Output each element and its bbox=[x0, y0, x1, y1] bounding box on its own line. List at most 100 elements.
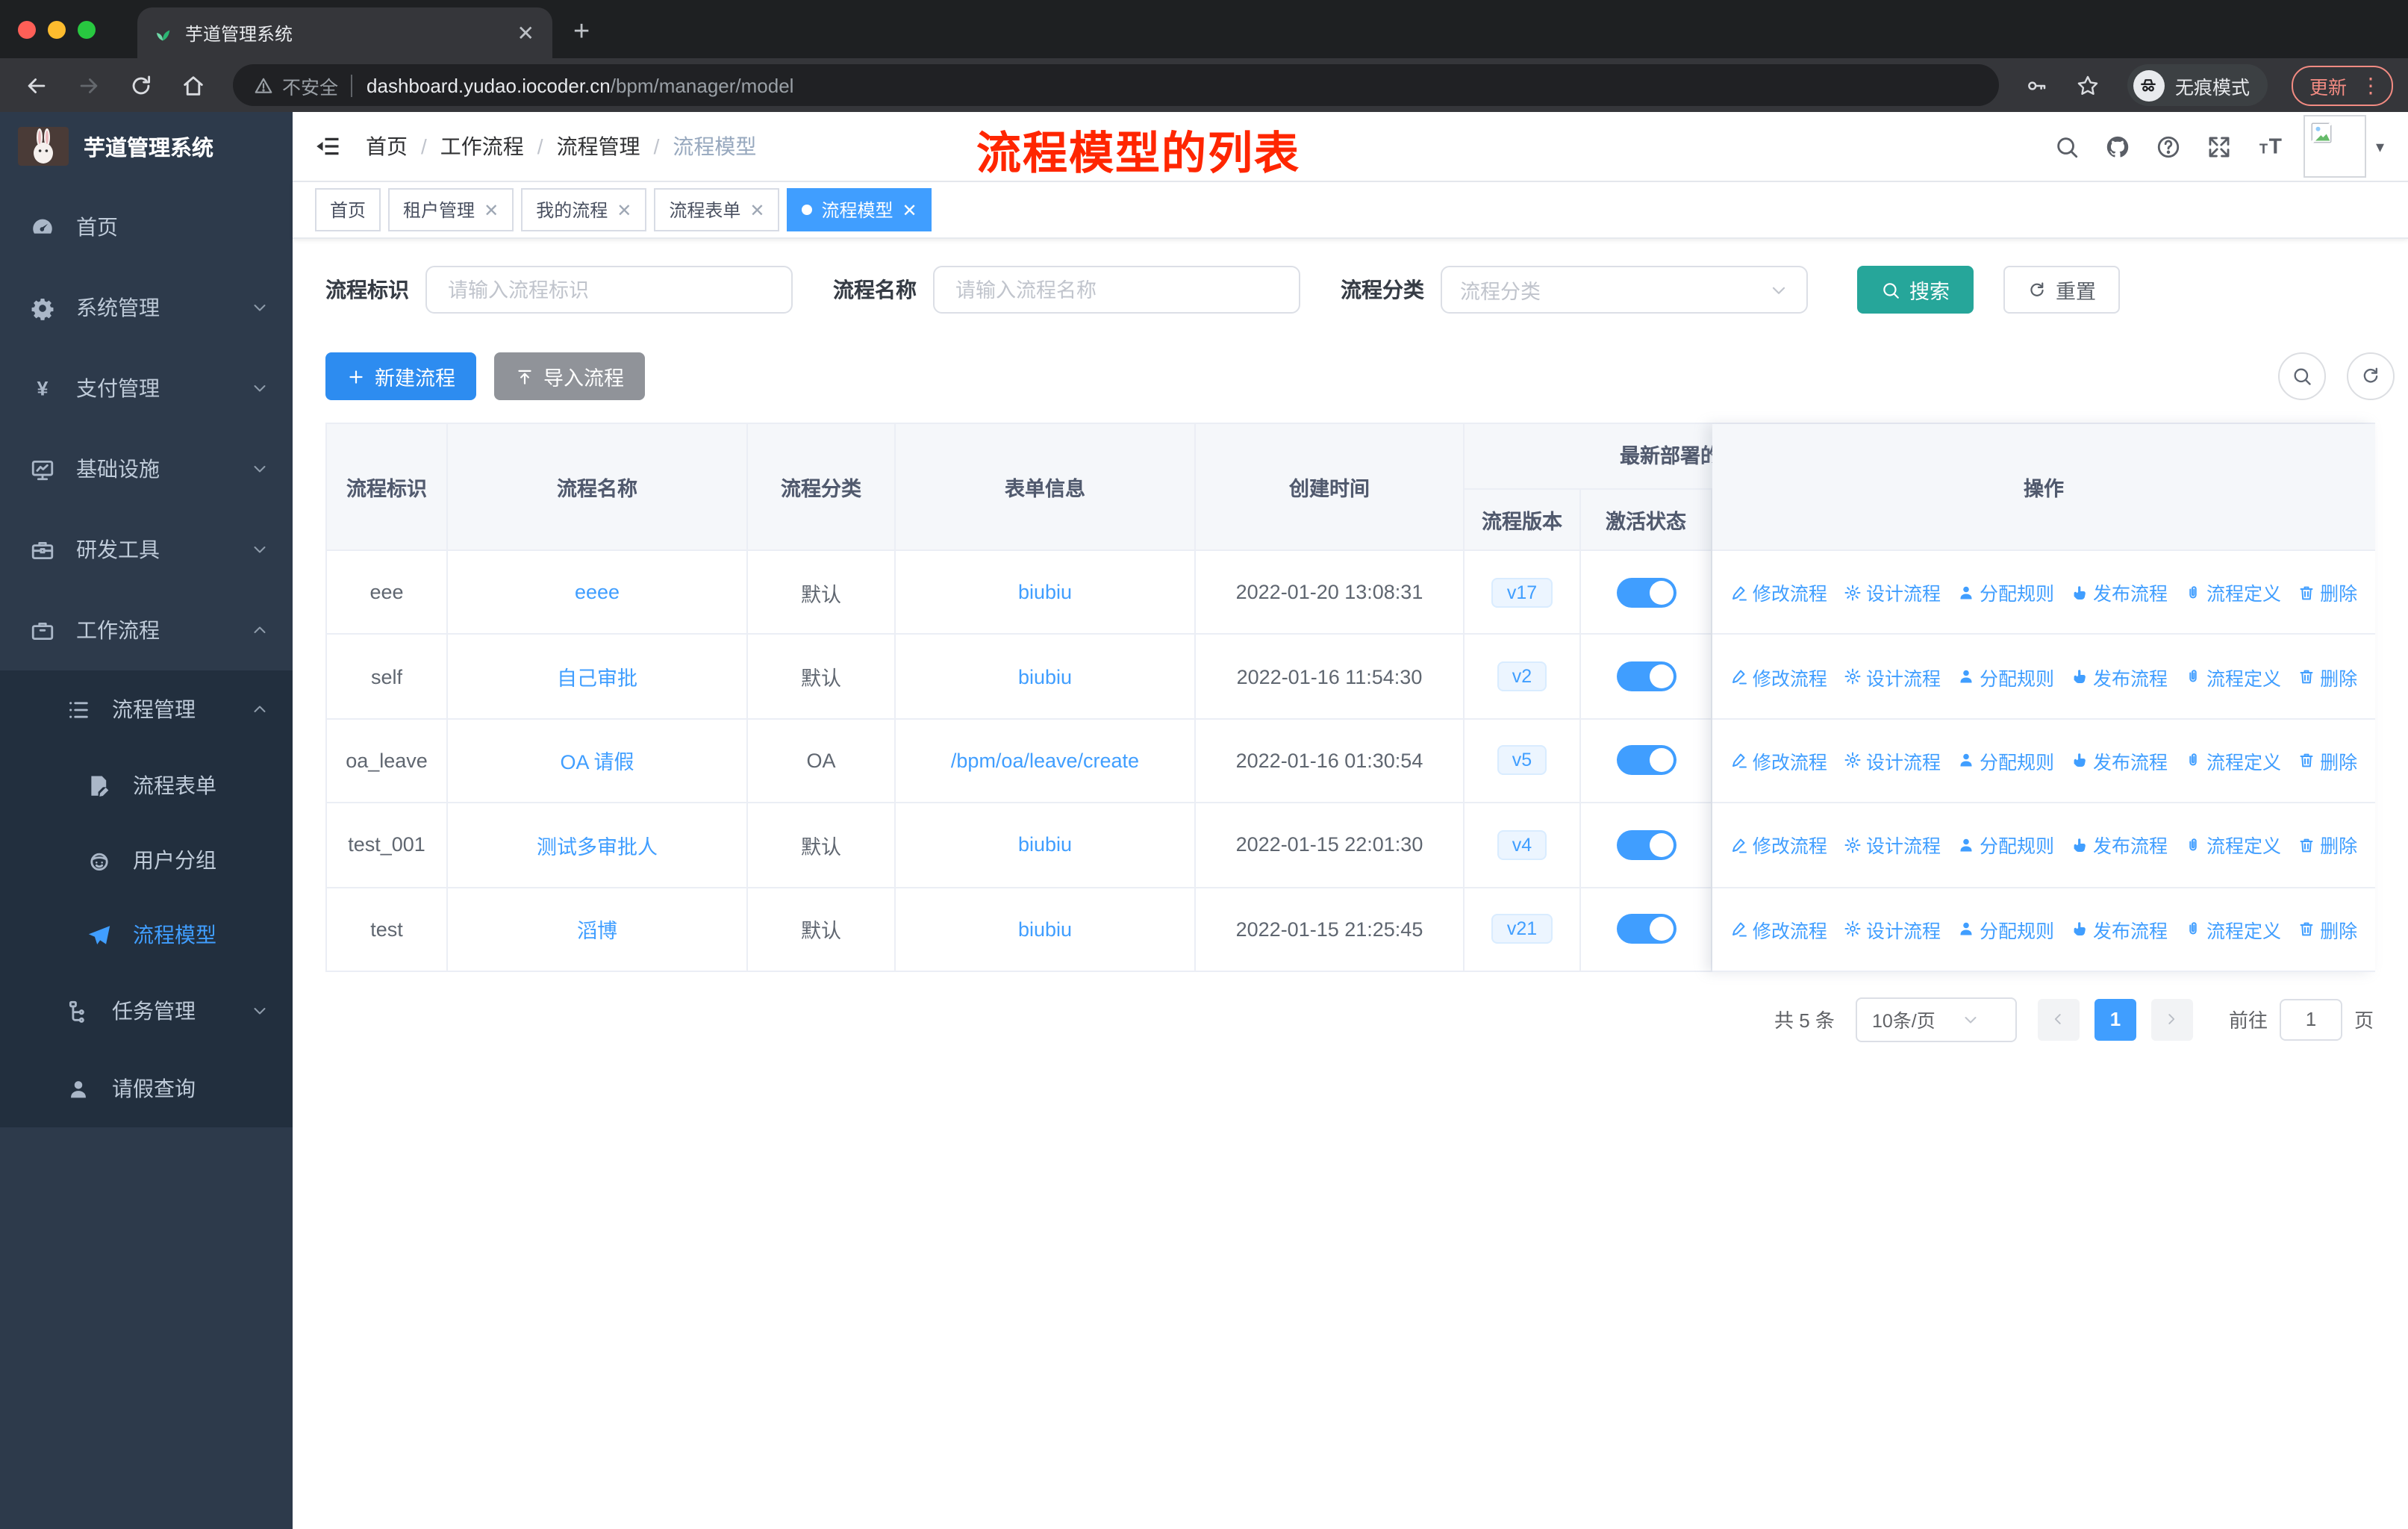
current-page-button[interactable]: 1 bbox=[2094, 998, 2136, 1041]
browser-tab[interactable]: 芋道管理系统 ✕ bbox=[137, 7, 552, 58]
back-icon[interactable] bbox=[24, 72, 49, 98]
op-流程定义[interactable]: 流程定义 bbox=[2184, 578, 2281, 606]
op-流程定义[interactable]: 流程定义 bbox=[2184, 831, 2281, 859]
process-name-link[interactable]: 自己审批 bbox=[557, 661, 637, 691]
sidebar-item-请假查询[interactable]: 请假查询 bbox=[0, 1050, 293, 1127]
filter-input-0[interactable] bbox=[425, 266, 793, 314]
caret-down-icon[interactable]: ▾ bbox=[2376, 137, 2384, 156]
op-修改流程[interactable]: 修改流程 bbox=[1730, 747, 1827, 775]
traffic-light-close[interactable] bbox=[18, 20, 36, 38]
op-修改流程[interactable]: 修改流程 bbox=[1730, 662, 1827, 691]
url-bar[interactable]: 不安全 dashboard.yudao.iocoder.cn /bpm/mana… bbox=[233, 64, 1999, 106]
op-删除[interactable]: 删除 bbox=[2298, 915, 2357, 944]
tab-首页[interactable]: 首页 bbox=[315, 188, 381, 231]
tab-租户管理[interactable]: 租户管理 ✕ bbox=[388, 188, 514, 231]
form-info-link[interactable]: biubiu bbox=[1018, 834, 1072, 856]
op-发布流程[interactable]: 发布流程 bbox=[2071, 831, 2168, 859]
filter-input-1[interactable] bbox=[933, 266, 1300, 314]
browser-menu-icon[interactable]: ⋮ bbox=[2356, 72, 2386, 98]
traffic-light-zoom[interactable] bbox=[78, 20, 96, 38]
filter-input[interactable] bbox=[952, 277, 1281, 302]
search-icon[interactable] bbox=[2055, 134, 2080, 159]
close-icon[interactable]: ✕ bbox=[902, 199, 917, 220]
sidebar-item-流程表单[interactable]: 流程表单 bbox=[0, 748, 293, 823]
tab-我的流程[interactable]: 我的流程 ✕ bbox=[521, 188, 647, 231]
close-icon[interactable]: ✕ bbox=[484, 199, 499, 220]
op-分配规则[interactable]: 分配规则 bbox=[1957, 662, 2054, 691]
op-发布流程[interactable]: 发布流程 bbox=[2071, 662, 2168, 691]
op-删除[interactable]: 删除 bbox=[2298, 662, 2357, 691]
op-发布流程[interactable]: 发布流程 bbox=[2071, 747, 2168, 775]
op-删除[interactable]: 删除 bbox=[2298, 747, 2357, 775]
op-发布流程[interactable]: 发布流程 bbox=[2071, 915, 2168, 944]
refresh-table-button[interactable] bbox=[2347, 352, 2395, 400]
traffic-light-minimize[interactable] bbox=[48, 20, 66, 38]
sidebar-fold-icon[interactable] bbox=[315, 133, 342, 160]
op-流程定义[interactable]: 流程定义 bbox=[2184, 915, 2281, 944]
op-修改流程[interactable]: 修改流程 bbox=[1730, 578, 1827, 606]
op-修改流程[interactable]: 修改流程 bbox=[1730, 831, 1827, 859]
reset-button[interactable]: 重置 bbox=[2003, 266, 2120, 314]
active-toggle[interactable] bbox=[1616, 577, 1676, 608]
sidebar-item-研发工具[interactable]: 研发工具 bbox=[0, 509, 293, 590]
sidebar-item-系统管理[interactable]: 系统管理 bbox=[0, 267, 293, 348]
active-toggle[interactable] bbox=[1616, 661, 1676, 692]
op-设计流程[interactable]: 设计流程 bbox=[1844, 915, 1941, 944]
page-size-select[interactable]: 10条/页 bbox=[1855, 997, 2017, 1042]
create-process-button[interactable]: 新建流程 bbox=[325, 352, 476, 400]
font-size-icon[interactable]: TT bbox=[2258, 134, 2283, 159]
sidebar-item-工作流程[interactable]: 工作流程 bbox=[0, 590, 293, 670]
op-删除[interactable]: 删除 bbox=[2298, 578, 2357, 606]
op-设计流程[interactable]: 设计流程 bbox=[1844, 747, 1941, 775]
tab-close-icon[interactable]: ✕ bbox=[514, 20, 537, 46]
key-icon[interactable] bbox=[2026, 74, 2048, 96]
sidebar-item-首页[interactable]: 首页 bbox=[0, 187, 293, 267]
form-info-link[interactable]: biubiu bbox=[1018, 581, 1072, 603]
active-toggle[interactable] bbox=[1616, 745, 1676, 776]
op-分配规则[interactable]: 分配规则 bbox=[1957, 578, 2054, 606]
op-修改流程[interactable]: 修改流程 bbox=[1730, 915, 1827, 944]
tab-流程表单[interactable]: 流程表单 ✕ bbox=[654, 188, 780, 231]
op-流程定义[interactable]: 流程定义 bbox=[2184, 662, 2281, 691]
fullscreen-icon[interactable] bbox=[2207, 134, 2233, 159]
update-button[interactable]: 更新 ⋮ bbox=[2291, 65, 2393, 105]
tab-流程模型[interactable]: 流程模型 ✕ bbox=[787, 188, 932, 231]
op-分配规则[interactable]: 分配规则 bbox=[1957, 831, 2054, 859]
forward-icon[interactable] bbox=[76, 72, 102, 98]
home-icon[interactable] bbox=[181, 72, 206, 98]
sidebar-item-用户分组[interactable]: 用户分组 bbox=[0, 823, 293, 897]
process-name-link[interactable]: eeee bbox=[575, 581, 620, 603]
sidebar-item-支付管理[interactable]: ¥ 支付管理 bbox=[0, 348, 293, 429]
prev-page-button[interactable] bbox=[2037, 998, 2080, 1041]
close-icon[interactable]: ✕ bbox=[617, 199, 631, 220]
op-设计流程[interactable]: 设计流程 bbox=[1844, 662, 1941, 691]
active-toggle[interactable] bbox=[1616, 829, 1676, 860]
process-name-link[interactable]: 滔博 bbox=[577, 915, 617, 944]
op-设计流程[interactable]: 设计流程 bbox=[1844, 831, 1941, 859]
search-button[interactable]: 搜索 bbox=[1857, 266, 1974, 314]
breadcrumb-item[interactable]: 首页 bbox=[366, 131, 408, 161]
category-select[interactable]: 流程分类 bbox=[1441, 266, 1808, 314]
reload-icon[interactable] bbox=[128, 72, 154, 98]
star-icon[interactable] bbox=[2075, 72, 2100, 98]
next-page-button[interactable] bbox=[2150, 998, 2193, 1041]
op-删除[interactable]: 删除 bbox=[2298, 831, 2357, 859]
goto-page-input[interactable]: 1 bbox=[2279, 998, 2342, 1041]
breadcrumb-item[interactable]: 工作流程 bbox=[440, 131, 524, 161]
close-icon[interactable]: ✕ bbox=[749, 199, 764, 220]
sidebar-item-流程模型[interactable]: 流程模型 bbox=[0, 897, 293, 972]
sidebar-item-基础设施[interactable]: 基础设施 bbox=[0, 429, 293, 509]
sidebar-item-任务管理[interactable]: 任务管理 bbox=[0, 972, 293, 1050]
op-分配规则[interactable]: 分配规则 bbox=[1957, 915, 2054, 944]
active-toggle[interactable] bbox=[1616, 914, 1676, 944]
form-info-link[interactable]: biubiu bbox=[1018, 918, 1072, 941]
form-info-link[interactable]: biubiu bbox=[1018, 665, 1072, 688]
github-icon[interactable] bbox=[2106, 134, 2131, 159]
avatar[interactable] bbox=[2303, 115, 2367, 178]
form-info-link[interactable]: /bpm/oa/leave/create bbox=[951, 750, 1139, 772]
op-设计流程[interactable]: 设计流程 bbox=[1844, 578, 1941, 606]
show-search-button[interactable] bbox=[2278, 352, 2326, 400]
sidebar-item-流程管理[interactable]: 流程管理 bbox=[0, 670, 293, 748]
process-name-link[interactable]: 测试多审批人 bbox=[537, 830, 658, 860]
process-name-link[interactable]: OA 请假 bbox=[560, 746, 634, 776]
